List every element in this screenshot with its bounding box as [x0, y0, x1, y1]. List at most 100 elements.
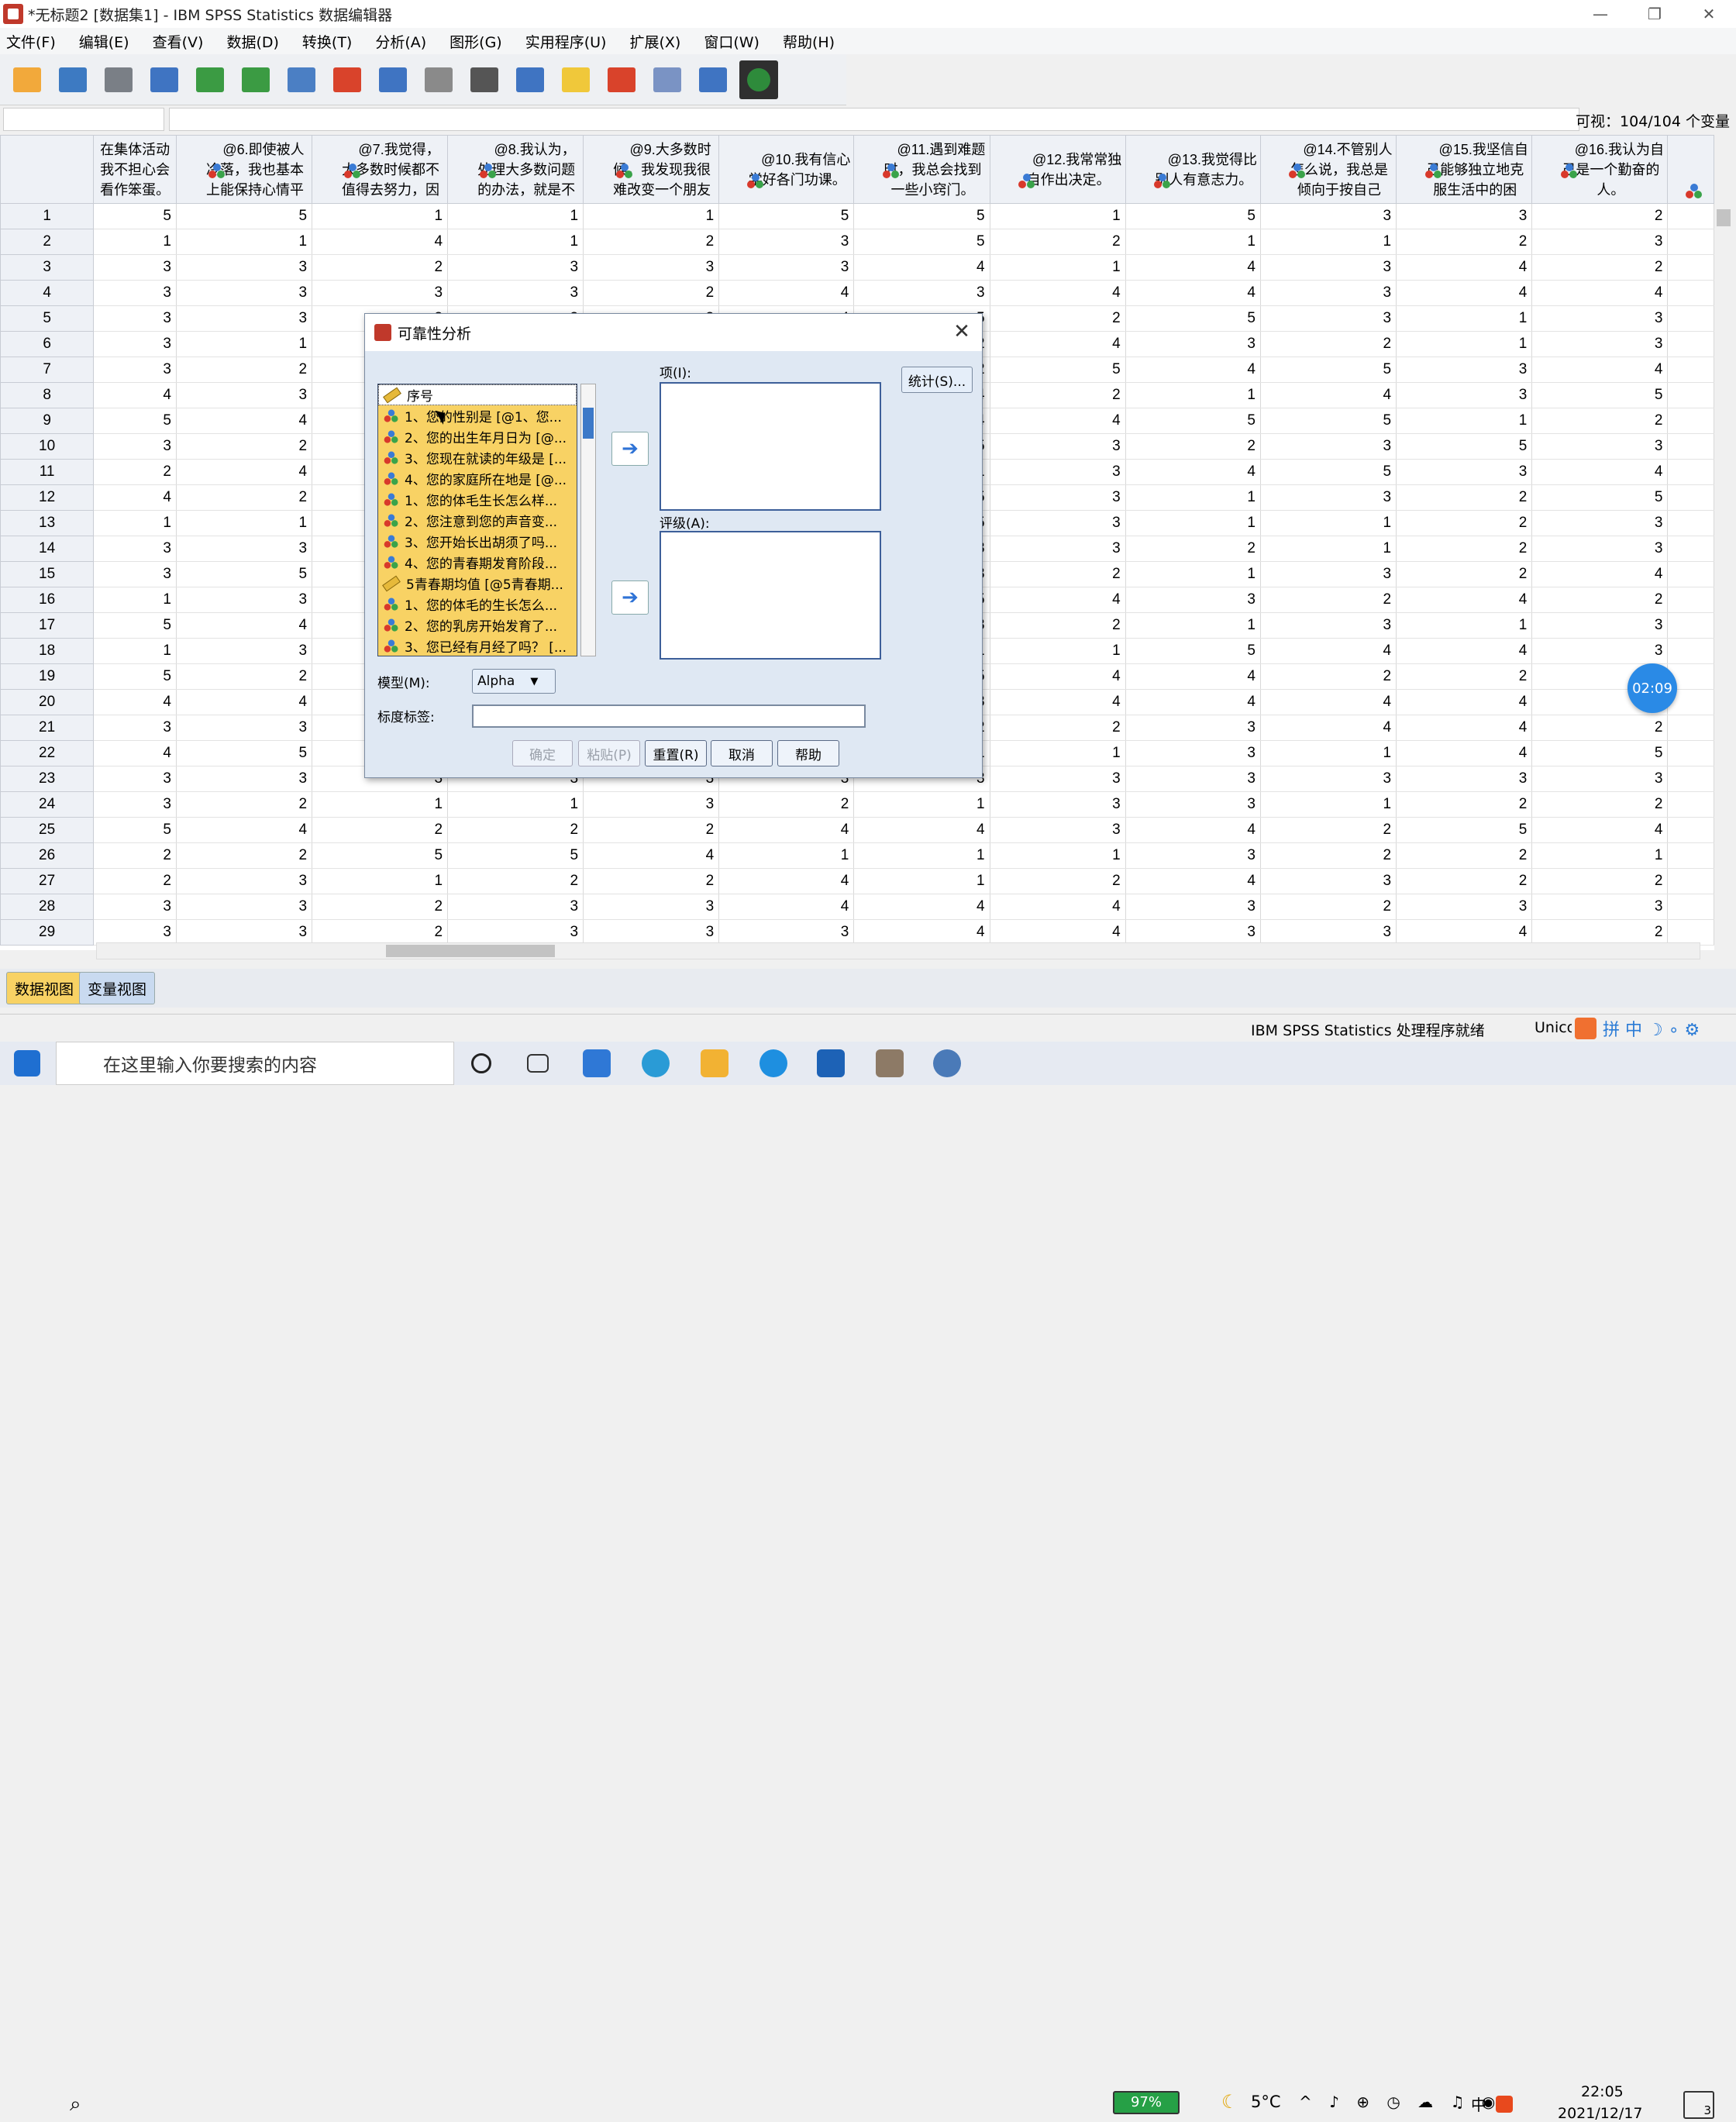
mail-icon[interactable]	[583, 1049, 611, 1077]
variable-list-item[interactable]: 序号	[378, 384, 577, 405]
ie-icon[interactable]	[760, 1049, 787, 1077]
data-cell[interactable]: 5	[447, 842, 584, 869]
paste-button[interactable]: 粘贴(P)	[578, 740, 640, 766]
data-cell[interactable]: 3	[1531, 612, 1669, 639]
data-cell[interactable]	[1667, 638, 1714, 664]
data-cell[interactable]: 2	[1260, 817, 1397, 843]
menu-item-8[interactable]: 扩展(X)	[629, 31, 680, 52]
cell-reference-field[interactable]	[3, 108, 164, 131]
model-select[interactable]: Alpha ▼	[472, 669, 556, 694]
data-cell[interactable]: 5	[990, 357, 1126, 383]
find-icon[interactable]	[465, 60, 504, 99]
data-cell[interactable]	[1667, 587, 1714, 613]
menu-item-1[interactable]: 编辑(E)	[79, 31, 129, 52]
column-header[interactable]	[1667, 135, 1714, 204]
data-cell[interactable]	[1667, 561, 1714, 587]
variable-list-item[interactable]: 2、您的乳房开始发育了...	[378, 615, 577, 636]
data-cell[interactable]: 2	[990, 612, 1126, 639]
data-cell[interactable]: 4	[718, 894, 855, 920]
data-cell[interactable]: 4	[1396, 919, 1533, 946]
move-to-ratings-button[interactable]: ➔	[611, 580, 649, 615]
variables-icon[interactable]	[374, 60, 412, 99]
data-cell[interactable]: 3	[447, 254, 584, 281]
data-cell[interactable]: 1	[1396, 612, 1533, 639]
data-cell[interactable]: 4	[1125, 280, 1261, 306]
data-cell[interactable]: 2	[583, 817, 720, 843]
data-cell[interactable]: 4	[1125, 459, 1261, 485]
data-cell[interactable]: 2	[1396, 663, 1533, 690]
data-cell[interactable]: 3	[93, 433, 177, 460]
data-cell[interactable]: 3	[1396, 459, 1533, 485]
data-cell[interactable]: 4	[1396, 740, 1533, 766]
data-cell[interactable]: 5	[93, 203, 177, 229]
data-cell[interactable]: 2	[1396, 791, 1533, 818]
data-cell[interactable]: 2	[583, 280, 720, 306]
menu-item-7[interactable]: 实用程序(U)	[525, 31, 607, 52]
data-cell[interactable]: 5	[312, 842, 449, 869]
data-cell[interactable]: 2	[1531, 715, 1669, 741]
data-cell[interactable]: 4	[1396, 587, 1533, 613]
data-cell[interactable]: 4	[1396, 254, 1533, 281]
row-number[interactable]: 11	[0, 459, 95, 485]
data-cell[interactable]: 5	[1260, 408, 1397, 434]
data-cell[interactable]: 2	[1396, 842, 1533, 869]
recall-dialog-icon[interactable]	[145, 60, 184, 99]
data-cell[interactable]: 3	[93, 715, 177, 741]
data-cell[interactable]: 1	[1531, 842, 1669, 869]
horizontal-scrollbar[interactable]	[96, 942, 1700, 959]
data-cell[interactable]: 2	[176, 433, 313, 460]
data-cell[interactable]: 2	[176, 842, 313, 869]
data-cell[interactable]: 5	[853, 229, 990, 255]
select-cases-icon[interactable]	[694, 60, 732, 99]
data-cell[interactable]: 3	[1531, 305, 1669, 332]
menu-item-0[interactable]: 文件(F)	[6, 31, 56, 52]
data-cell[interactable]: 3	[1260, 919, 1397, 946]
table-row[interactable]: 24 3 2 1 1 3 2 1 3 3 1 2 2	[0, 791, 1714, 818]
data-cell[interactable]	[1667, 715, 1714, 741]
row-number[interactable]: 4	[0, 280, 95, 306]
data-cell[interactable]	[1667, 254, 1714, 281]
data-cell[interactable]: 3	[990, 536, 1126, 562]
notification-center[interactable]: 3	[1683, 2091, 1714, 2119]
data-cell[interactable]: 1	[447, 203, 584, 229]
data-cell[interactable]: 3	[93, 791, 177, 818]
row-number[interactable]: 26	[0, 842, 95, 869]
data-cell[interactable]: 4	[176, 408, 313, 434]
data-cell[interactable]: 2	[1396, 868, 1533, 894]
data-cell[interactable]	[1667, 536, 1714, 562]
data-cell[interactable]: 3	[990, 433, 1126, 460]
data-cell[interactable]: 1	[176, 510, 313, 536]
data-cell[interactable]: 5	[1260, 357, 1397, 383]
data-cell[interactable]: 1	[853, 868, 990, 894]
column-header[interactable]: @10.我有信心学好各门功课。	[718, 135, 855, 204]
ratings-list[interactable]	[660, 531, 881, 660]
data-cell[interactable]: 3	[1260, 868, 1397, 894]
data-cell[interactable]: 4	[93, 740, 177, 766]
data-cell[interactable]: 4	[1396, 715, 1533, 741]
data-cell[interactable]: 1	[312, 791, 449, 818]
column-header[interactable]: @9.大多数时候，我发现我很难改变一个朋友	[583, 135, 720, 204]
print-icon[interactable]	[99, 60, 138, 99]
file-explorer-icon[interactable]	[701, 1049, 728, 1077]
data-cell[interactable]: 4	[1125, 868, 1261, 894]
data-cell[interactable]: 1	[93, 510, 177, 536]
data-cell[interactable]: 3	[93, 305, 177, 332]
data-cell[interactable]: 2	[990, 715, 1126, 741]
data-cell[interactable]: 2	[990, 229, 1126, 255]
goto-case-icon[interactable]	[282, 60, 321, 99]
row-number[interactable]: 1	[0, 203, 95, 229]
data-cell[interactable]: 4	[990, 280, 1126, 306]
ime-indicator[interactable]: 中	[1471, 2093, 1486, 2115]
data-cell[interactable]	[1667, 868, 1714, 894]
data-cell[interactable]: 2	[990, 561, 1126, 587]
row-number[interactable]: 8	[0, 382, 95, 408]
data-cell[interactable]: 2	[312, 817, 449, 843]
data-cell[interactable]: 4	[990, 408, 1126, 434]
data-cell[interactable]: 3	[990, 817, 1126, 843]
reset-button[interactable]: 重置(R)	[645, 740, 707, 766]
data-cell[interactable]	[1667, 484, 1714, 511]
data-cell[interactable]: 4	[176, 459, 313, 485]
variable-list-item[interactable]: 2、您的出生年月日为 [@...	[378, 426, 577, 447]
data-cell[interactable]: 2	[1260, 587, 1397, 613]
menu-item-6[interactable]: 图形(G)	[450, 31, 502, 52]
